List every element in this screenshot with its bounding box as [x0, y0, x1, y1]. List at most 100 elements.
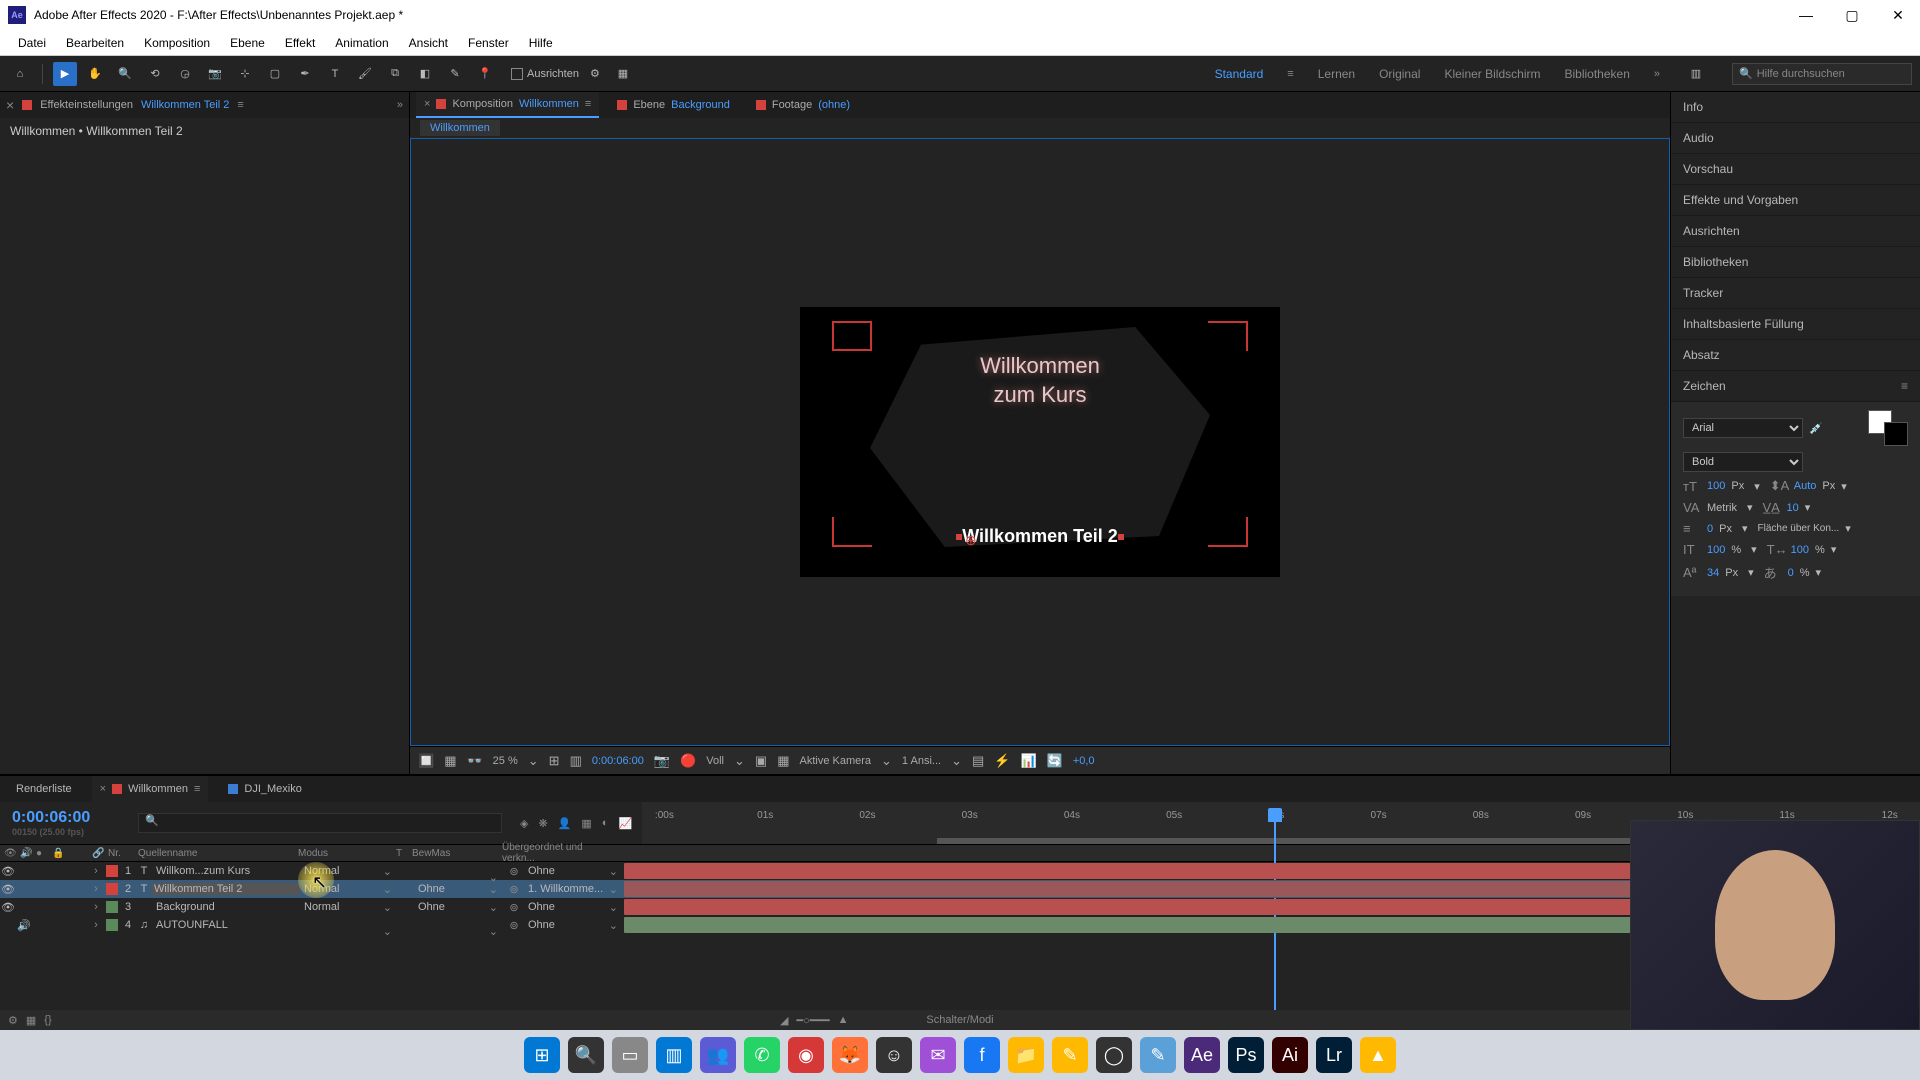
close-button[interactable]: ✕ [1884, 7, 1912, 24]
switches-modes-label[interactable]: Schalter/Modi [926, 1014, 993, 1026]
vscale-value[interactable]: 100 [1707, 544, 1725, 556]
workspace-menu-icon[interactable]: ≡ [1287, 68, 1293, 80]
taskbar-app-icon[interactable]: 🦊 [832, 1037, 868, 1073]
zoom-tool[interactable]: 🔍 [113, 62, 137, 86]
chevron-down-icon[interactable]: ⌄ [881, 753, 892, 769]
comp-breadcrumb[interactable]: Willkommen [420, 120, 500, 136]
taskbar-app-icon[interactable]: ▭ [612, 1037, 648, 1073]
orbit-tool[interactable]: ⟲ [143, 62, 167, 86]
taskbar-app-icon[interactable]: Ps [1228, 1037, 1264, 1073]
taskbar-app-icon[interactable]: ⊞ [524, 1037, 560, 1073]
shape-tool[interactable]: ▢ [263, 62, 287, 86]
timeline-timecode[interactable]: 0:00:06:00 00150 (25.00 fps) [0, 809, 130, 837]
tsume-value[interactable]: 0 [1788, 567, 1794, 579]
taskbar-app-icon[interactable]: Ai [1272, 1037, 1308, 1073]
character-panel-header[interactable]: Zeichen ≡ [1671, 371, 1920, 402]
magnify-icon[interactable]: 🔲 [418, 753, 434, 769]
transparency-icon[interactable]: ▦ [777, 753, 789, 769]
tab-close-icon[interactable]: × [6, 97, 14, 113]
eraser-tool[interactable]: ◧ [413, 62, 437, 86]
composition-canvas[interactable]: Willkommen zum Kurs Willkommen Teil 2 ⊕ [800, 307, 1280, 577]
roto-tool[interactable]: ✎ [443, 62, 467, 86]
search-help-input[interactable]: 🔍 Hilfe durchsuchen [1732, 63, 1912, 85]
menu-ansicht[interactable]: Ansicht [399, 32, 458, 54]
panel-inhaltsbasierte-füllung[interactable]: Inhaltsbasierte Füllung [1671, 309, 1920, 340]
workspace-kleiner[interactable]: Kleiner Bildschirm [1444, 67, 1540, 81]
timeline-tab[interactable]: Renderliste [8, 776, 80, 802]
snap-checkbox[interactable] [511, 68, 523, 80]
zoom-out-icon[interactable]: ◢ [780, 1014, 788, 1027]
panel-vorschau[interactable]: Vorschau [1671, 154, 1920, 185]
panel-menu-icon[interactable]: ≡ [237, 99, 243, 111]
anchor-point-icon[interactable]: ⊕ [965, 532, 977, 549]
subtitle-text-layer[interactable]: Willkommen Teil 2 [956, 526, 1124, 547]
draft-3d-icon[interactable]: ❋ [538, 817, 547, 830]
title-text-layer[interactable]: Willkommen zum Kurs [980, 352, 1100, 409]
timeline-search-input[interactable]: 🔍 [138, 813, 502, 833]
zoom-in-icon[interactable]: ▲ [838, 1014, 849, 1026]
alpha-icon[interactable]: ▦ [444, 753, 456, 769]
taskbar-app-icon[interactable]: ▲ [1360, 1037, 1396, 1073]
motion-blur-icon[interactable]: ◐ [602, 817, 609, 830]
taskbar-app-icon[interactable]: ✉ [920, 1037, 956, 1073]
timeline-tab[interactable]: ×Willkommen≡ [92, 776, 209, 802]
mask-icon[interactable]: 👓 [466, 753, 482, 769]
frame-blend-icon[interactable]: ▦ [581, 817, 591, 830]
taskbar-app-icon[interactable]: f [964, 1037, 1000, 1073]
pen-tool[interactable]: ✒ [293, 62, 317, 86]
res-icon[interactable]: ⊞ [549, 753, 560, 769]
panel-bibliotheken[interactable]: Bibliotheken [1671, 247, 1920, 278]
resolution-dropdown[interactable]: Voll [706, 755, 724, 767]
panel-toggle-icon[interactable]: ▥ [1684, 62, 1708, 86]
comp-tab[interactable]: Footage (ohne) [748, 92, 858, 118]
panel-tracker[interactable]: Tracker [1671, 278, 1920, 309]
puppet-tool[interactable]: 📍 [473, 62, 497, 86]
snapshot-icon[interactable]: 📷 [654, 753, 670, 769]
panel-absatz[interactable]: Absatz [1671, 340, 1920, 371]
composition-viewer[interactable]: Willkommen zum Kurs Willkommen Teil 2 ⊕ [410, 138, 1670, 746]
leading-value[interactable]: Auto [1794, 480, 1817, 492]
region-icon[interactable]: ▣ [755, 753, 767, 769]
graph-editor-icon[interactable]: 📈 [618, 817, 632, 830]
zoom-slider[interactable]: ━○━━━ [796, 1014, 829, 1027]
fast-preview-icon[interactable]: ⚡ [994, 753, 1010, 769]
toggle-modes-icon[interactable]: ▦ [26, 1014, 36, 1027]
hscale-value[interactable]: 100 [1791, 544, 1809, 556]
panel-menu-icon[interactable]: ≡ [1901, 379, 1908, 393]
rotate-tool[interactable]: ◶ [173, 62, 197, 86]
workspace-standard[interactable]: Standard [1215, 67, 1264, 81]
stroke-color-swatch[interactable] [1884, 422, 1908, 446]
taskbar-app-icon[interactable]: ✎ [1052, 1037, 1088, 1073]
chevron-down-icon[interactable]: ⌄ [951, 753, 962, 769]
taskbar-app-icon[interactable]: ☺ [876, 1037, 912, 1073]
camera-dropdown[interactable]: Aktive Kamera [799, 755, 871, 767]
font-size-value[interactable]: 100 [1707, 480, 1725, 492]
effect-tab-label[interactable]: Effekteinstellungen [40, 99, 133, 111]
kerning-dropdown[interactable]: Metrik [1707, 502, 1737, 514]
menu-komposition[interactable]: Komposition [134, 32, 220, 54]
tab-overflow-icon[interactable]: » [397, 99, 403, 111]
taskbar-app-icon[interactable]: 👥 [700, 1037, 736, 1073]
menu-effekt[interactable]: Effekt [275, 32, 325, 54]
exposure-value[interactable]: +0,0 [1073, 755, 1095, 767]
menu-hilfe[interactable]: Hilfe [519, 32, 563, 54]
taskbar-app-icon[interactable]: 🔍 [568, 1037, 604, 1073]
chevron-down-icon[interactable]: ⌄ [528, 753, 539, 769]
maximize-button[interactable]: ▢ [1838, 7, 1866, 24]
font-family-dropdown[interactable]: Arial [1683, 418, 1803, 438]
workspace-overflow-icon[interactable]: » [1654, 68, 1660, 80]
chevron-down-icon[interactable]: ⌄ [734, 753, 745, 769]
baseline-value[interactable]: 34 [1707, 567, 1719, 579]
channel-icon[interactable]: 🔴 [680, 753, 696, 769]
menu-ebene[interactable]: Ebene [220, 32, 275, 54]
taskbar-app-icon[interactable]: Lr [1316, 1037, 1352, 1073]
comp-tab[interactable]: × Komposition Willkommen ≡ [416, 92, 599, 118]
tracking-value[interactable]: 10 [1786, 502, 1798, 514]
workspace-lernen[interactable]: Lernen [1318, 67, 1355, 81]
panel-ausrichten[interactable]: Ausrichten [1671, 216, 1920, 247]
taskbar-app-icon[interactable]: ✆ [744, 1037, 780, 1073]
comp-tab[interactable]: Ebene Background [609, 92, 738, 118]
taskbar-app-icon[interactable]: Ae [1184, 1037, 1220, 1073]
hand-tool[interactable]: ✋ [83, 62, 107, 86]
toggle-switches-icon[interactable]: ⚙ [8, 1014, 18, 1027]
